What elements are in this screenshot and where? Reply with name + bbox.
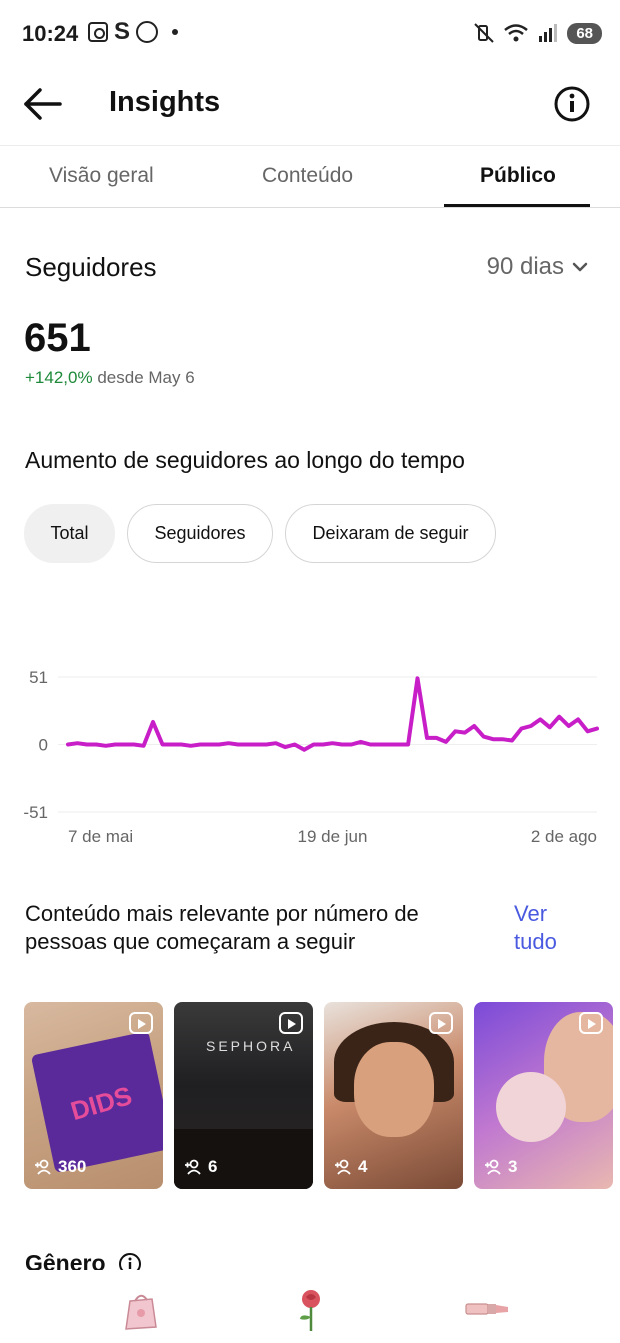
content-thumbnail-3[interactable]: 4 bbox=[324, 1002, 463, 1189]
y-tick-label: -51 bbox=[23, 803, 48, 822]
chip-total[interactable]: Total bbox=[24, 504, 115, 563]
growth-percentage: +142,0% bbox=[25, 368, 93, 387]
y-tick-label: 0 bbox=[39, 736, 48, 755]
x-tick-label: 7 de mai bbox=[68, 827, 133, 846]
chip-deixaram-de-seguir[interactable]: Deixaram de seguir bbox=[285, 504, 496, 563]
reel-icon bbox=[579, 1012, 603, 1034]
relevant-content-list: DIDS 360 SEPHORA 6 4 3 bbox=[24, 1002, 613, 1189]
nav-item-rose[interactable] bbox=[286, 1285, 336, 1333]
gift-bag-icon bbox=[125, 1294, 157, 1330]
header: Insights bbox=[0, 70, 620, 145]
content-thumbnail-2[interactable]: SEPHORA 6 bbox=[174, 1002, 313, 1189]
bottom-nav bbox=[0, 1275, 620, 1343]
reel-icon bbox=[279, 1012, 303, 1034]
signal-icon bbox=[539, 24, 558, 42]
chart-heading: Aumento de seguidores ao longo do tempo bbox=[25, 447, 465, 473]
status-right-icons: 68 bbox=[473, 22, 602, 44]
mute-vibrate-icon bbox=[474, 23, 495, 43]
reel-icon bbox=[129, 1012, 153, 1034]
chart-svg: 51 0 -51 7 de mai 19 de jun 2 de ago bbox=[23, 668, 599, 846]
lipstick-icon bbox=[465, 1303, 508, 1315]
date-range-label: 90 dias bbox=[486, 253, 564, 280]
content-thumbnail-1[interactable]: DIDS 360 bbox=[24, 1002, 163, 1189]
follows-stat: 360 bbox=[34, 1157, 86, 1177]
person-add-icon bbox=[485, 1159, 501, 1175]
tab-conteudo[interactable]: Conteúdo bbox=[262, 164, 353, 188]
tab-visao-geral[interactable]: Visão geral bbox=[49, 164, 154, 188]
store-sign: SEPHORA bbox=[206, 1038, 296, 1054]
nav-item-lipstick[interactable] bbox=[462, 1285, 512, 1333]
active-tab-indicator bbox=[444, 204, 590, 207]
chevron-down-icon bbox=[572, 262, 588, 272]
follows-count: 4 bbox=[358, 1157, 368, 1176]
wifi-icon bbox=[504, 24, 529, 42]
person-add-icon bbox=[35, 1159, 51, 1175]
box-logo-text: DIDS bbox=[67, 1080, 136, 1127]
face-shape bbox=[354, 1042, 434, 1137]
growth-since: desde May 6 bbox=[97, 368, 195, 387]
whatsapp-icon bbox=[136, 21, 159, 43]
chip-seguidores[interactable]: Seguidores bbox=[127, 504, 273, 563]
chart-filter-chips: Total Seguidores Deixaram de seguir bbox=[24, 504, 496, 563]
followers-series-line bbox=[66, 676, 599, 752]
followers-growth: +142,0% desde May 6 bbox=[25, 368, 195, 388]
tab-publico[interactable]: Público bbox=[480, 164, 556, 188]
dot-icon bbox=[172, 29, 179, 35]
x-tick-label: 2 de ago bbox=[531, 827, 597, 846]
followers-line-chart: 51 0 -51 7 de mai 19 de jun 2 de ago bbox=[0, 650, 620, 855]
follows-count: 6 bbox=[208, 1157, 218, 1176]
y-tick-label: 51 bbox=[29, 668, 48, 687]
status-time: 10:24 bbox=[22, 21, 79, 46]
status-left-icons: S bbox=[88, 18, 179, 45]
person-add-icon bbox=[335, 1159, 351, 1175]
content-thumbnail-4[interactable]: 3 bbox=[474, 1002, 613, 1189]
info-button[interactable] bbox=[553, 85, 591, 123]
followers-count: 651 bbox=[24, 316, 91, 360]
follows-count: 3 bbox=[508, 1157, 518, 1176]
page-title: Insights bbox=[109, 86, 221, 118]
arrow-left-icon bbox=[24, 88, 62, 120]
follows-count: 360 bbox=[58, 1157, 87, 1176]
nav-item-gift-bag[interactable] bbox=[116, 1285, 166, 1333]
info-icon bbox=[554, 86, 590, 122]
status-bar: 10:24 S 68 bbox=[0, 0, 620, 70]
battery-icon: 68 bbox=[567, 22, 602, 44]
followers-section-title: Seguidores bbox=[25, 252, 157, 282]
rose-icon bbox=[300, 1290, 320, 1331]
x-tick-label: 19 de jun bbox=[298, 827, 368, 846]
product-box: DIDS bbox=[30, 1030, 163, 1174]
reel-icon bbox=[429, 1012, 453, 1034]
tab-bar: Visão geral Conteúdo Público bbox=[0, 145, 620, 208]
follows-stat: 6 bbox=[184, 1157, 217, 1177]
screenshot-icon bbox=[88, 22, 108, 42]
follows-stat: 3 bbox=[484, 1157, 517, 1177]
follows-stat: 4 bbox=[334, 1157, 367, 1177]
see-all-link[interactable]: Ver tudo bbox=[514, 900, 594, 956]
back-button[interactable] bbox=[20, 84, 64, 124]
date-range-dropdown[interactable]: 90 dias bbox=[487, 253, 588, 281]
person-add-icon bbox=[185, 1159, 201, 1175]
product-disc bbox=[496, 1072, 566, 1142]
relevant-content-title: Conteúdo mais relevante por número de pe… bbox=[25, 901, 419, 954]
s-app-icon: S bbox=[114, 18, 131, 45]
